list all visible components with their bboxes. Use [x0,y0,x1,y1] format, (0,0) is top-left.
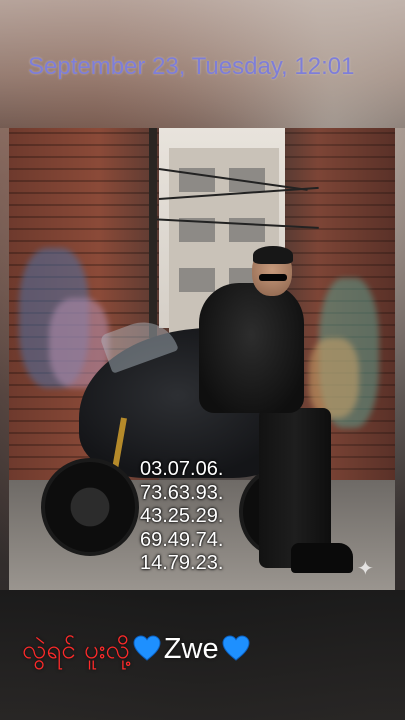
number-line: 03.07.06. [140,458,224,480]
number-line: 14.79.23. [140,552,224,574]
graffiti [309,338,359,418]
man-hair [253,246,293,264]
number-line: 43.25.29. [140,505,224,527]
man-boots [291,543,353,573]
blue-heart-icon [221,634,251,662]
utility-pole [149,128,157,338]
sunglasses [259,274,287,281]
blue-heart-icon [132,634,162,662]
caption-name: Zwe [163,633,219,665]
number-line: 69.49.74. [140,528,224,551]
caption-myanmar-text: လွဲရင် ပူးလို့ [22,635,130,665]
building-window [179,268,215,292]
caption: လွဲရင် ပူးလို့ Zwe [22,626,402,670]
number-list: 03.07.06. 73.63.93. 43.25.29. 69.49.74. … [140,458,280,576]
man-leather-jacket [199,283,304,413]
date-time-text: September 23, Tuesday, 12:01 [28,53,355,80]
number-line: 73.63.93. [140,481,224,504]
sparkle-icon: ✦ [357,556,374,580]
front-wheel [41,458,139,556]
